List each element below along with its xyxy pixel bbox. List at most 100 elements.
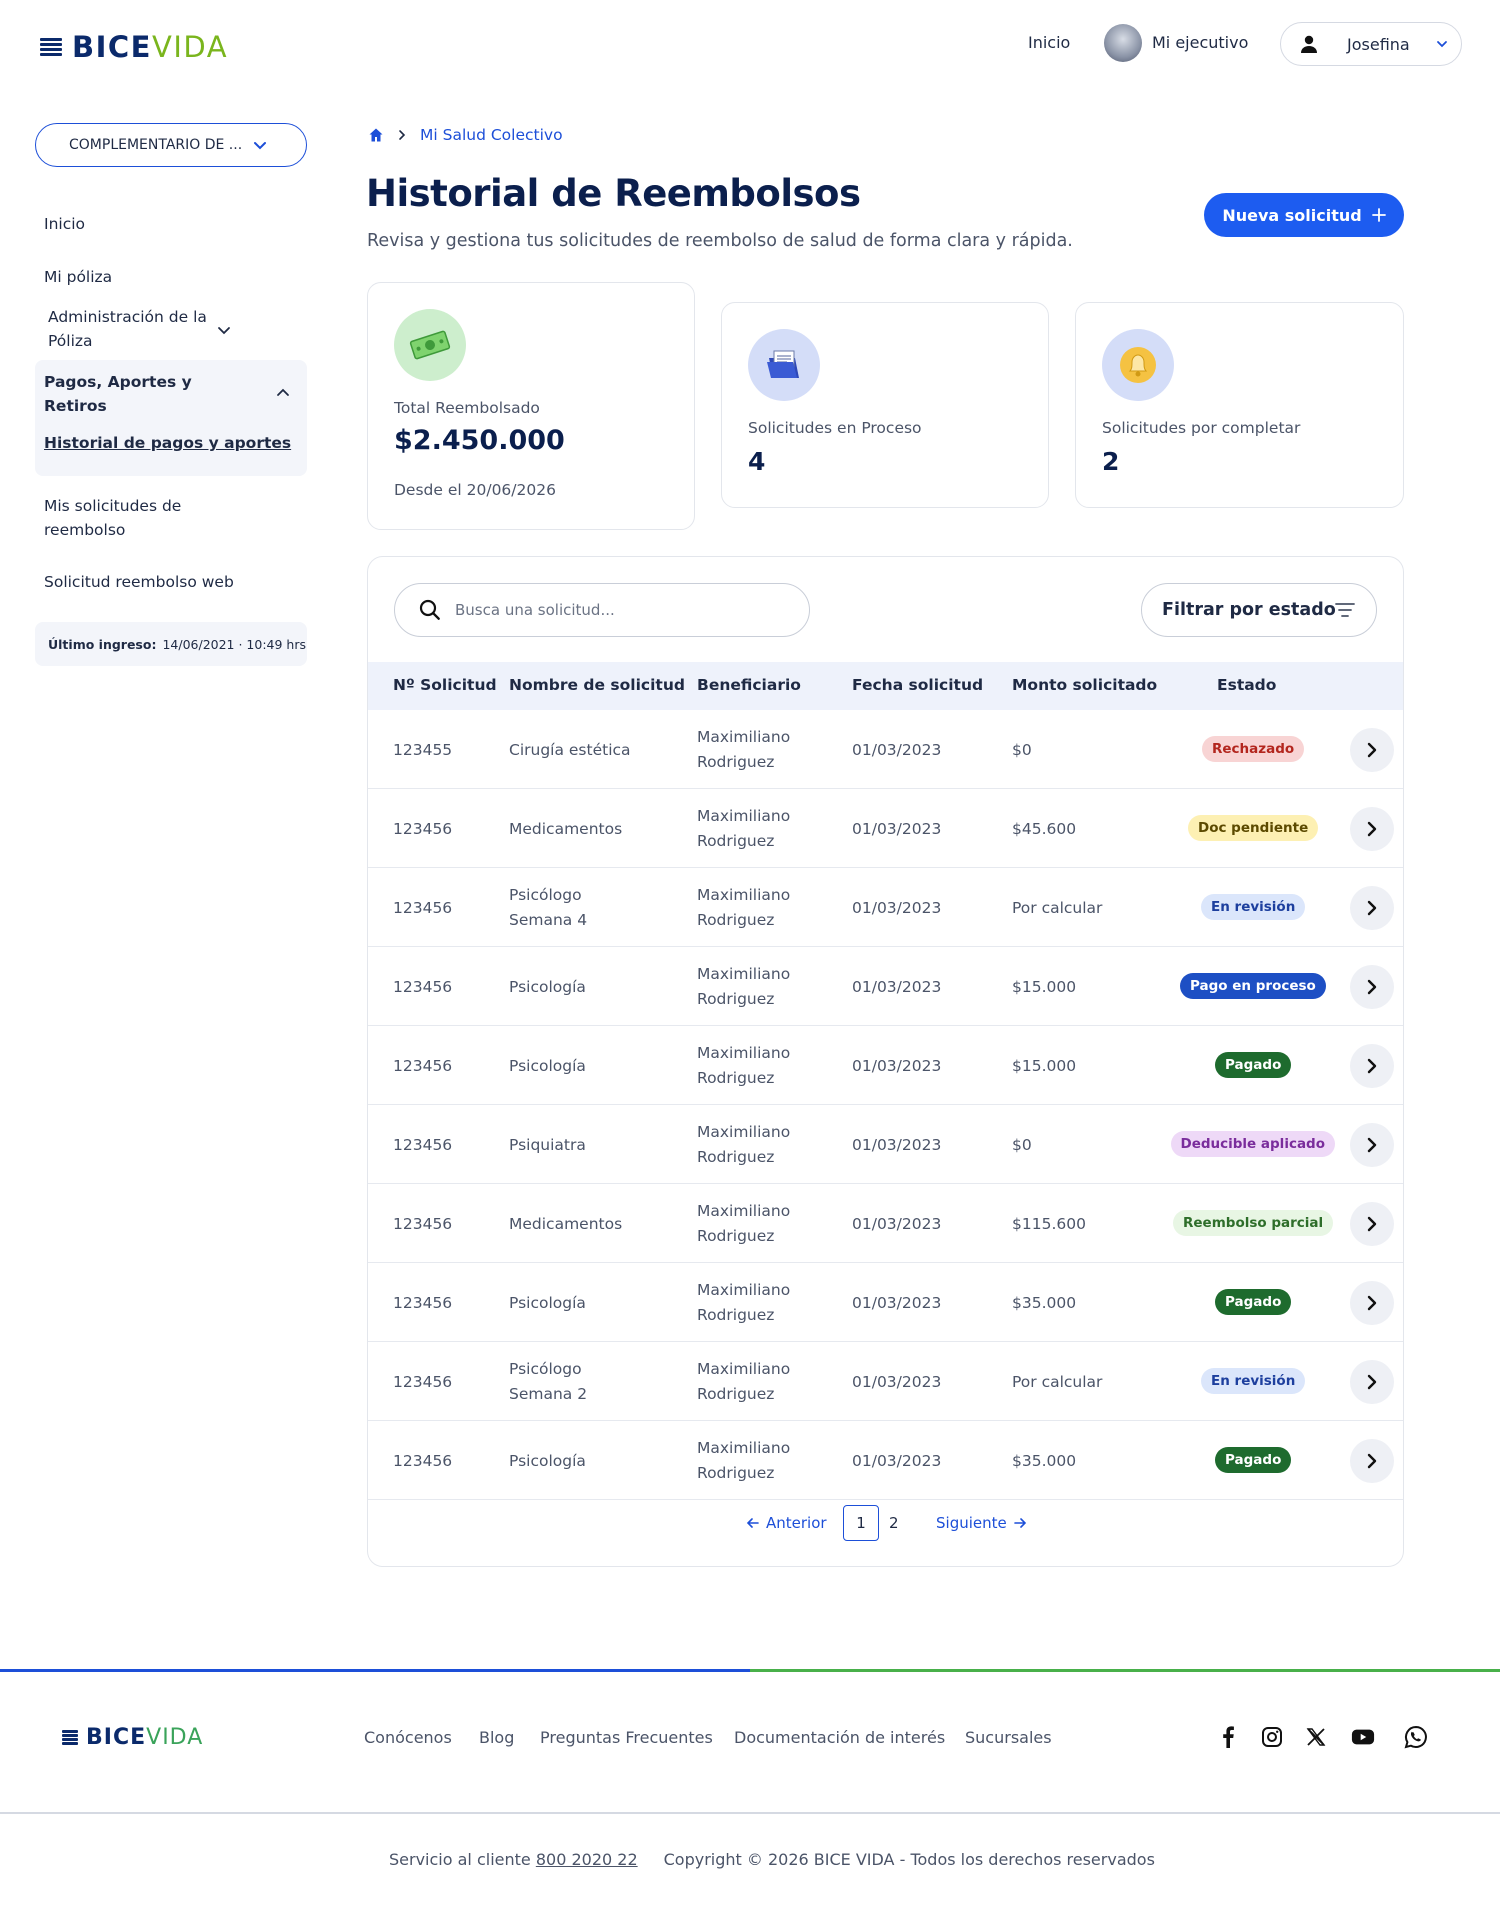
footer-link-conocenos[interactable]: Conócenos (364, 1728, 452, 1747)
chevron-up-icon[interactable] (275, 385, 291, 401)
row-detail-button[interactable] (1350, 886, 1394, 930)
row-detail-button[interactable] (1350, 1044, 1394, 1088)
breadcrumb-current[interactable]: Mi Salud Colectivo (420, 126, 563, 144)
cell-beneficiario-line2: Rodriguez (697, 990, 775, 1008)
plan-select[interactable]: COMPLEMENTARIO DE ... (35, 123, 307, 167)
cell-beneficiario: Maximiliano (697, 1044, 791, 1062)
search-box[interactable] (394, 583, 810, 637)
table-row[interactable]: 123456 Psicología Maximiliano Rodriguez 01/0… (368, 947, 1403, 1026)
chevron-right-icon (1367, 979, 1377, 995)
arrow-left-icon (746, 1518, 759, 1528)
col-numero: Nº Solicitud (393, 676, 497, 694)
facebook-icon[interactable] (1216, 1725, 1240, 1749)
status-badge: Pagado (1215, 1289, 1292, 1315)
table-row[interactable]: 123456 Psicólogo Semana 4 Maximiliano Rodrig… (368, 868, 1403, 947)
chevron-right-icon (1367, 900, 1377, 916)
footer-link-sucursales[interactable]: Sucursales (965, 1728, 1052, 1747)
footer-link-documentacion[interactable]: Documentación de interés (734, 1728, 945, 1747)
row-detail-button[interactable] (1350, 1439, 1394, 1483)
home-icon[interactable] (368, 127, 384, 143)
x-icon[interactable] (1304, 1725, 1328, 1749)
footer-link-blog[interactable]: Blog (479, 1728, 514, 1747)
cell-fecha: 01/03/2023 (852, 1136, 942, 1154)
filter-status-label: Filtrar por estado (1162, 600, 1336, 620)
sidebar-item-historial-pagos[interactable]: Historial de pagos y aportes (44, 434, 291, 452)
chevron-right-icon (1367, 742, 1377, 758)
menu-icon (40, 38, 62, 56)
customer-service: Servicio al cliente 800 2020 22 (389, 1850, 638, 1869)
cell-monto: Por calcular (1012, 899, 1103, 917)
cell-beneficiario: Maximiliano (697, 1439, 791, 1457)
sidebar-item-solicitud-web[interactable]: Solicitud reembolso web (44, 570, 234, 594)
table-row[interactable]: 123455 Cirugía estética Maximiliano Rodrigu… (368, 710, 1403, 789)
nav-inicio[interactable]: Inicio (1028, 33, 1070, 52)
table-row[interactable]: 123456 Psicología Maximiliano Rodriguez 01/0… (368, 1026, 1403, 1105)
sidebar-item-mis-solicitudes[interactable]: Mis solicitudes de reembolso (44, 494, 224, 542)
table-row[interactable]: 123456 Psiquiatra Maximiliano Rodriguez 01/0… (368, 1105, 1403, 1184)
pagination: Anterior 1 2 Siguiente (368, 1505, 1403, 1545)
sidebar-item-mi-poliza[interactable]: Mi póliza (44, 265, 112, 289)
footer-divider-green (750, 1669, 1500, 1672)
table-row[interactable]: 123456 Medicamentos Maximiliano Rodriguez 01… (368, 1184, 1403, 1263)
cell-nombre: Medicamentos (509, 820, 623, 838)
row-detail-button[interactable] (1350, 728, 1394, 772)
cell-fecha: 01/03/2023 (852, 978, 942, 996)
filter-status-button[interactable]: Filtrar por estado (1141, 583, 1377, 637)
cell-numero: 123456 (393, 899, 453, 917)
search-input[interactable] (455, 596, 785, 624)
copyright-text: Copyright © 2026 BICE VIDA - Todos los d… (663, 1850, 1155, 1869)
pagination-page-2[interactable]: 2 (889, 1514, 899, 1532)
cell-beneficiario: Maximiliano (697, 965, 791, 983)
header: BICEVIDA Inicio Mi ejecutivo Josefina (0, 0, 1500, 88)
footer-link-preguntas[interactable]: Preguntas Frecuentes (540, 1728, 713, 1747)
cell-beneficiario-line2: Rodriguez (697, 1385, 775, 1403)
customer-service-phone[interactable]: 800 2020 22 (536, 1850, 638, 1869)
bell-icon (1102, 329, 1174, 401)
whatsapp-icon[interactable] (1404, 1725, 1428, 1749)
cell-nombre: Medicamentos (509, 1215, 623, 1233)
youtube-icon[interactable] (1351, 1725, 1375, 1749)
cell-monto: Por calcular (1012, 1373, 1103, 1391)
table-row[interactable]: 123456 Psicólogo Semana 2 Maximiliano Rodrig… (368, 1342, 1403, 1421)
card-total-value: $2.450.000 (394, 425, 565, 456)
pagination-page-1[interactable]: 1 (843, 1505, 879, 1541)
bicevida-logo[interactable]: BICEVIDA (40, 30, 228, 64)
footer-logo[interactable]: BICEVIDA (62, 1725, 203, 1750)
col-beneficiario: Beneficiario (697, 676, 801, 694)
logo-bice: BICE (72, 30, 152, 64)
pagination-prev[interactable]: Anterior (746, 1514, 827, 1532)
last-login-label: Último ingreso: (48, 636, 157, 652)
row-detail-button[interactable] (1350, 1123, 1394, 1167)
customer-service-label: Servicio al cliente (389, 1850, 531, 1869)
row-detail-button[interactable] (1350, 807, 1394, 851)
plus-icon (1371, 208, 1386, 222)
user-menu-button[interactable]: Josefina (1280, 22, 1462, 66)
sidebar-item-administracion[interactable]: Administración de la Póliza (48, 305, 228, 353)
user-name: Josefina (1347, 35, 1410, 54)
row-detail-button[interactable] (1350, 1360, 1394, 1404)
table-row[interactable]: 123456 Medicamentos Maximiliano Rodriguez 01… (368, 789, 1403, 868)
new-request-button[interactable]: Nueva solicitud (1204, 193, 1404, 237)
cell-monto: $0 (1012, 741, 1032, 759)
instagram-icon[interactable] (1260, 1725, 1284, 1749)
sidebar-item-inicio[interactable]: Inicio (44, 212, 85, 236)
chevron-right-icon (1367, 1216, 1377, 1232)
sidebar-item-pagos[interactable]: Pagos, Aportes y Retiros (44, 370, 244, 418)
nav-mi-ejecutivo[interactable]: Mi ejecutivo (1152, 33, 1248, 52)
chevron-down-icon[interactable] (216, 322, 232, 338)
row-detail-button[interactable] (1350, 965, 1394, 1009)
card-proceso-label: Solicitudes en Proceso (748, 419, 922, 437)
cell-nombre-line2: Semana 2 (509, 1385, 588, 1403)
row-detail-button[interactable] (1350, 1202, 1394, 1246)
row-detail-button[interactable] (1350, 1281, 1394, 1325)
cell-beneficiario: Maximiliano (697, 1360, 791, 1378)
table-row[interactable]: 123456 Psicología Maximiliano Rodriguez 01/0… (368, 1263, 1403, 1342)
cell-numero: 123456 (393, 1057, 453, 1075)
pagination-next[interactable]: Siguiente (936, 1514, 1027, 1532)
cell-numero: 123456 (393, 1373, 453, 1391)
executive-avatar[interactable] (1104, 24, 1142, 62)
footer-bottom: Servicio al cliente 800 2020 22 Copyrigh… (389, 1850, 1155, 1869)
card-total-label: Total Reembolsado (394, 399, 540, 417)
cell-nombre-line2: Semana 4 (509, 911, 588, 929)
table-row[interactable]: 123456 Psicología Maximiliano Rodriguez 01/0… (368, 1421, 1403, 1500)
